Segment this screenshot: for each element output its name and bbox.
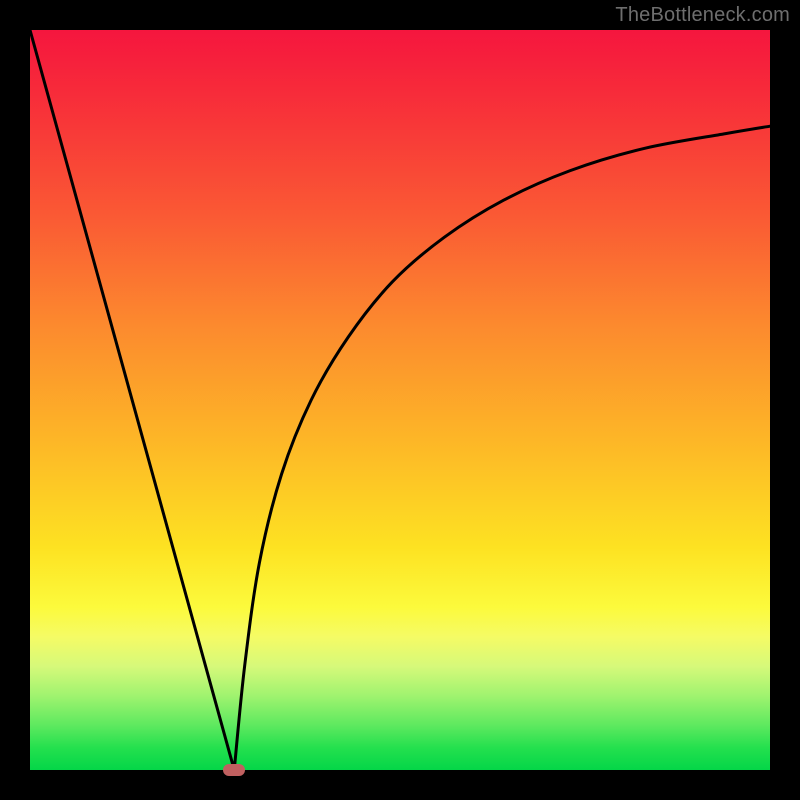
chart-frame: TheBottleneck.com	[0, 0, 800, 800]
watermark-text: TheBottleneck.com	[615, 4, 790, 27]
bottleneck-curve	[30, 30, 770, 770]
min-marker	[223, 764, 245, 776]
curve-layer	[30, 30, 770, 770]
